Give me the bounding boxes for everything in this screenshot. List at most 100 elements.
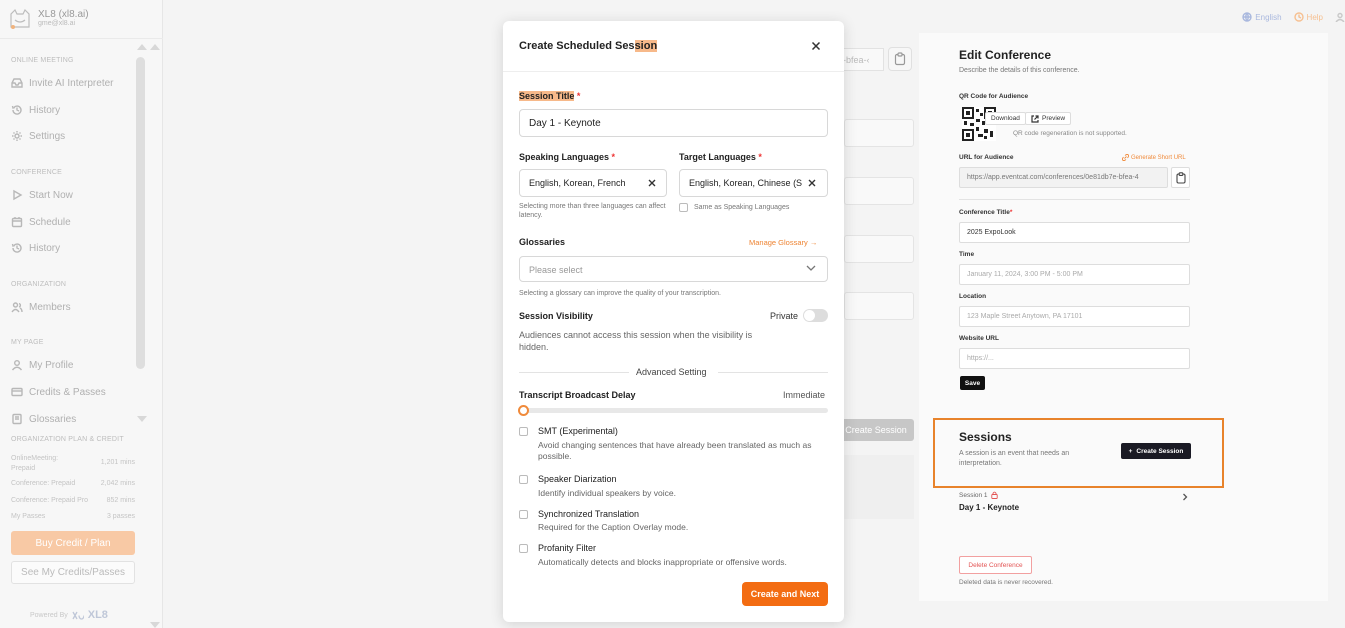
audience-url-input[interactable]: https://app.eventcat.com/conferences/0e8…: [959, 167, 1168, 188]
plan-row-value: 1,201 mins: [100, 459, 135, 466]
sidebar-scrollbar[interactable]: [136, 57, 145, 369]
modal-title: Create Scheduled Session: [519, 40, 658, 52]
session-title-label: Session Title *: [519, 91, 581, 101]
session-title-input[interactable]: Day 1 - Keynote: [519, 109, 828, 137]
generate-short-url-label: Generate Short URL: [1131, 154, 1186, 161]
speaking-languages-label: Speaking Languages *: [519, 152, 616, 162]
create-and-next-button[interactable]: Create and Next: [742, 582, 828, 606]
same-as-speaking-checkbox[interactable]: [679, 203, 688, 212]
buy-credit-button[interactable]: Buy Credit / Plan: [11, 531, 135, 555]
background-field: [844, 292, 914, 320]
preview-button[interactable]: Preview: [1025, 112, 1072, 125]
clear-icon[interactable]: [647, 178, 657, 188]
section-label-conference: CONFERENCE: [11, 169, 63, 176]
option-title: Synchronized Translation: [538, 509, 640, 519]
option-title: Speaker Diarization: [538, 474, 617, 484]
scroll-up-icon[interactable]: [137, 44, 147, 50]
sidebar-item-settings[interactable]: Settings: [11, 130, 65, 142]
powered-by-label: Powered By: [30, 611, 68, 619]
background-create-session-button: Create Session: [838, 419, 914, 441]
option-description: Avoid changing sentences that have alrea…: [538, 440, 812, 461]
chevron-right-icon[interactable]: [1181, 493, 1189, 501]
generate-short-url-link[interactable]: Generate Short URL: [1122, 154, 1186, 161]
smt-checkbox[interactable]: [519, 427, 528, 436]
save-button[interactable]: Save: [960, 376, 985, 390]
download-button[interactable]: Download: [985, 112, 1026, 125]
external-link-icon: [1031, 114, 1039, 123]
location-label: Location: [959, 293, 987, 300]
sidebar-item-schedule[interactable]: Schedule: [11, 216, 71, 228]
help-link[interactable]: Help: [1293, 12, 1323, 22]
sidebar-item-conference-history[interactable]: History: [11, 242, 60, 254]
session-item-label[interactable]: Session 1: [959, 491, 998, 499]
clear-icon[interactable]: [807, 178, 817, 188]
sidebar-item-start-now[interactable]: Start Now: [11, 189, 73, 201]
sidebar-item-invite-ai-interpreter[interactable]: Invite AI Interpreter: [11, 77, 114, 89]
sidebar-item-label: Credits & Passes: [29, 386, 106, 398]
brand[interactable]: XL8 (xl8.ai) gme@xl8.ai: [8, 7, 89, 29]
speaker-diarization-checkbox[interactable]: [519, 475, 528, 484]
session-visibility-label: Session Visibility: [519, 311, 593, 321]
glossary-select[interactable]: Please select: [519, 256, 828, 282]
plan-row: My Passes 3 passes: [11, 513, 135, 520]
edit-conference-panel: Edit Conference Describe the details of …: [919, 33, 1328, 601]
sidebar-item-glossaries[interactable]: Glossaries: [11, 413, 76, 425]
delete-conference-button[interactable]: Delete Conference: [959, 556, 1032, 574]
qr-note: QR code regeneration is not supported.: [1013, 130, 1127, 137]
transcript-delay-slider[interactable]: [521, 408, 828, 413]
scroll-down-icon[interactable]: [150, 622, 160, 628]
credit-card-icon: [11, 387, 23, 397]
plan-row-value: 3 passes: [106, 513, 135, 520]
slider-thumb[interactable]: [518, 405, 529, 416]
copy-url-button[interactable]: [1171, 167, 1190, 188]
website-input[interactable]: https://...: [959, 348, 1190, 369]
scroll-down-icon[interactable]: [137, 416, 147, 422]
history-icon: [11, 243, 22, 253]
option-description: Identify individual speakers by voice.: [538, 488, 676, 498]
website-label: Website URL: [959, 335, 999, 342]
sessions-description: A session is an event that needs an inte…: [959, 450, 1070, 467]
synchronized-translation-checkbox[interactable]: [519, 510, 528, 519]
profanity-filter-checkbox[interactable]: [519, 544, 528, 553]
xl8-logo-icon: [72, 611, 84, 620]
background-url-input: -bfea-‹: [838, 48, 884, 71]
scroll-up-icon[interactable]: [150, 44, 160, 50]
session-item-name[interactable]: Day 1 - Keynote: [959, 503, 1019, 512]
link-icon: [1122, 154, 1129, 161]
time-input[interactable]: January 11, 2024, 3:00 PM - 5:00 PM: [959, 264, 1190, 285]
close-icon[interactable]: [810, 40, 822, 52]
user-icon[interactable]: [1335, 12, 1345, 22]
divider: [503, 71, 844, 72]
target-languages-select[interactable]: English, Korean, Chinese (S: [679, 169, 828, 197]
transcript-delay-label: Transcript Broadcast Delay: [519, 390, 636, 400]
sidebar-item-my-profile[interactable]: My Profile: [11, 359, 73, 371]
plan-row-value: 852 mins: [106, 497, 135, 504]
sidebar-item-label: Glossaries: [29, 413, 77, 425]
plan-row: Conference: Prepaid 2,042 mins: [11, 480, 135, 487]
language-selector[interactable]: English: [1242, 12, 1282, 22]
manage-glossary-link[interactable]: Manage Glossary →: [749, 238, 817, 247]
location-input[interactable]: 123 Maple Street Anytown, PA 17101: [959, 306, 1190, 327]
chevron-down-icon[interactable]: [806, 264, 816, 272]
speaking-languages-select[interactable]: English, Korean, French: [519, 169, 667, 197]
book-icon: [12, 413, 22, 425]
option-description: Automatically detects and blocks inappro…: [538, 557, 787, 567]
private-toggle[interactable]: [803, 309, 828, 322]
visibility-description: Audiences cannot access this session whe…: [519, 330, 753, 352]
help-label: Help: [1306, 12, 1323, 22]
url-label: URL for Audience: [959, 154, 1014, 161]
section-label-plan: ORGANIZATION PLAN & CREDIT: [11, 436, 124, 443]
conference-title-input[interactable]: 2025 ExpoLook: [959, 222, 1190, 243]
sidebar-item-history[interactable]: History: [11, 104, 60, 116]
sidebar-item-members[interactable]: Members: [11, 301, 71, 313]
option-description: Required for the Caption Overlay mode.: [538, 522, 689, 532]
preview-label: Preview: [1042, 115, 1066, 122]
globe-icon: [1242, 12, 1252, 22]
gear-icon: [12, 131, 22, 141]
glossaries-label: Glossaries: [519, 237, 566, 247]
see-credits-button[interactable]: See My Credits/Passes: [11, 561, 135, 584]
sidebar-item-credits-passes[interactable]: Credits & Passes: [11, 386, 106, 398]
create-session-button[interactable]: + Create Session: [1121, 443, 1191, 459]
background-field: [844, 119, 914, 147]
plan-row-name: Conference: Prepaid Pro: [11, 497, 89, 504]
